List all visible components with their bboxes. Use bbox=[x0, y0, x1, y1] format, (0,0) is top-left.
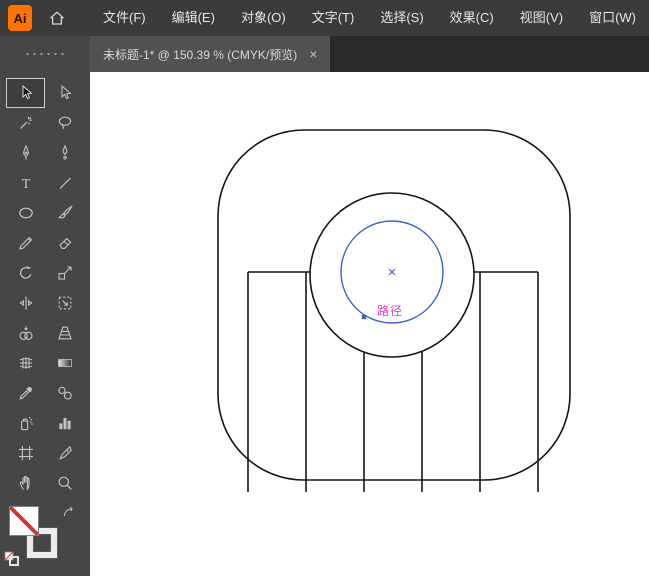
rotate-tool[interactable] bbox=[6, 258, 45, 288]
illustrator-window: Ai 文件(F) 编辑(E) 对象(O) 文字(T) 选择(S) 效果(C) 视… bbox=[0, 0, 649, 576]
eyedropper-tool[interactable] bbox=[6, 378, 45, 408]
swap-fill-stroke-icon[interactable] bbox=[62, 506, 75, 524]
anchor-point bbox=[361, 314, 367, 320]
illustrator-logo-icon[interactable]: Ai bbox=[8, 5, 32, 31]
column-graph-tool[interactable] bbox=[45, 408, 84, 438]
menu-item-window[interactable]: 窗口(W) bbox=[576, 0, 649, 36]
smart-guide-path-label: 路径 bbox=[377, 304, 404, 318]
menu-item-file[interactable]: 文件(F) bbox=[90, 0, 159, 36]
width-tool[interactable] bbox=[6, 288, 45, 318]
panel-grip-dots[interactable] bbox=[24, 52, 66, 56]
line-segment-tool[interactable] bbox=[45, 168, 84, 198]
canvas-area[interactable]: 路径 bbox=[90, 72, 649, 576]
menu-item-select[interactable]: 选择(S) bbox=[367, 0, 436, 36]
slice-tool[interactable] bbox=[45, 438, 84, 468]
outer-circle[interactable] bbox=[309, 192, 475, 358]
menu-item-edit[interactable]: 编辑(E) bbox=[159, 0, 228, 36]
home-icon[interactable] bbox=[46, 6, 68, 30]
zoom-tool[interactable] bbox=[45, 468, 84, 498]
menu-item-view[interactable]: 视图(V) bbox=[507, 0, 576, 36]
menu-list: 文件(F) 编辑(E) 对象(O) 文字(T) 选择(S) 效果(C) 视图(V… bbox=[90, 0, 649, 36]
perspective-grid-tool[interactable] bbox=[45, 318, 84, 348]
shape-builder-tool[interactable] bbox=[6, 318, 45, 348]
gradient-tool[interactable] bbox=[45, 348, 84, 378]
magic-wand-tool[interactable] bbox=[6, 108, 45, 138]
type-tool[interactable]: T bbox=[6, 168, 45, 198]
mesh-tool[interactable] bbox=[6, 348, 45, 378]
tool-grid: T bbox=[0, 78, 90, 498]
curvature-tool[interactable] bbox=[45, 138, 84, 168]
free-transform-tool[interactable] bbox=[45, 288, 84, 318]
artwork-svg bbox=[217, 129, 571, 492]
blend-tool[interactable] bbox=[45, 378, 84, 408]
selection-tool[interactable] bbox=[6, 78, 45, 108]
fill-swatch-none[interactable] bbox=[9, 506, 39, 536]
ellipse-tool[interactable] bbox=[6, 198, 45, 228]
menu-item-effect[interactable]: 效果(C) bbox=[437, 0, 507, 36]
tools-panel: T bbox=[0, 36, 90, 576]
eraser-tool[interactable] bbox=[45, 228, 84, 258]
lasso-tool[interactable] bbox=[45, 108, 84, 138]
symbol-sprayer-tool[interactable] bbox=[6, 408, 45, 438]
artboard-tool[interactable] bbox=[6, 438, 45, 468]
hand-tool[interactable] bbox=[6, 468, 45, 498]
default-fill-stroke-icon[interactable] bbox=[4, 551, 19, 571]
menu-item-object[interactable]: 对象(O) bbox=[228, 0, 299, 36]
svg-text:T: T bbox=[21, 177, 30, 192]
scale-tool[interactable] bbox=[45, 258, 84, 288]
close-tab-icon[interactable]: × bbox=[309, 47, 317, 61]
pen-tool[interactable] bbox=[6, 138, 45, 168]
menu-item-type[interactable]: 文字(T) bbox=[299, 0, 368, 36]
paintbrush-tool[interactable] bbox=[45, 198, 84, 228]
document-tab-title: 未标题-1* @ 150.39 % (CMYK/预览) bbox=[103, 47, 298, 62]
document-tab[interactable]: 未标题-1* @ 150.39 % (CMYK/预览) × bbox=[90, 36, 331, 72]
document-tab-bar: 未标题-1* @ 150.39 % (CMYK/预览) × bbox=[90, 36, 649, 72]
menu-bar: Ai 文件(F) 编辑(E) 对象(O) 文字(T) 选择(S) 效果(C) 视… bbox=[0, 0, 649, 36]
direct-selection-tool[interactable] bbox=[45, 78, 84, 108]
pencil-tool[interactable] bbox=[6, 228, 45, 258]
